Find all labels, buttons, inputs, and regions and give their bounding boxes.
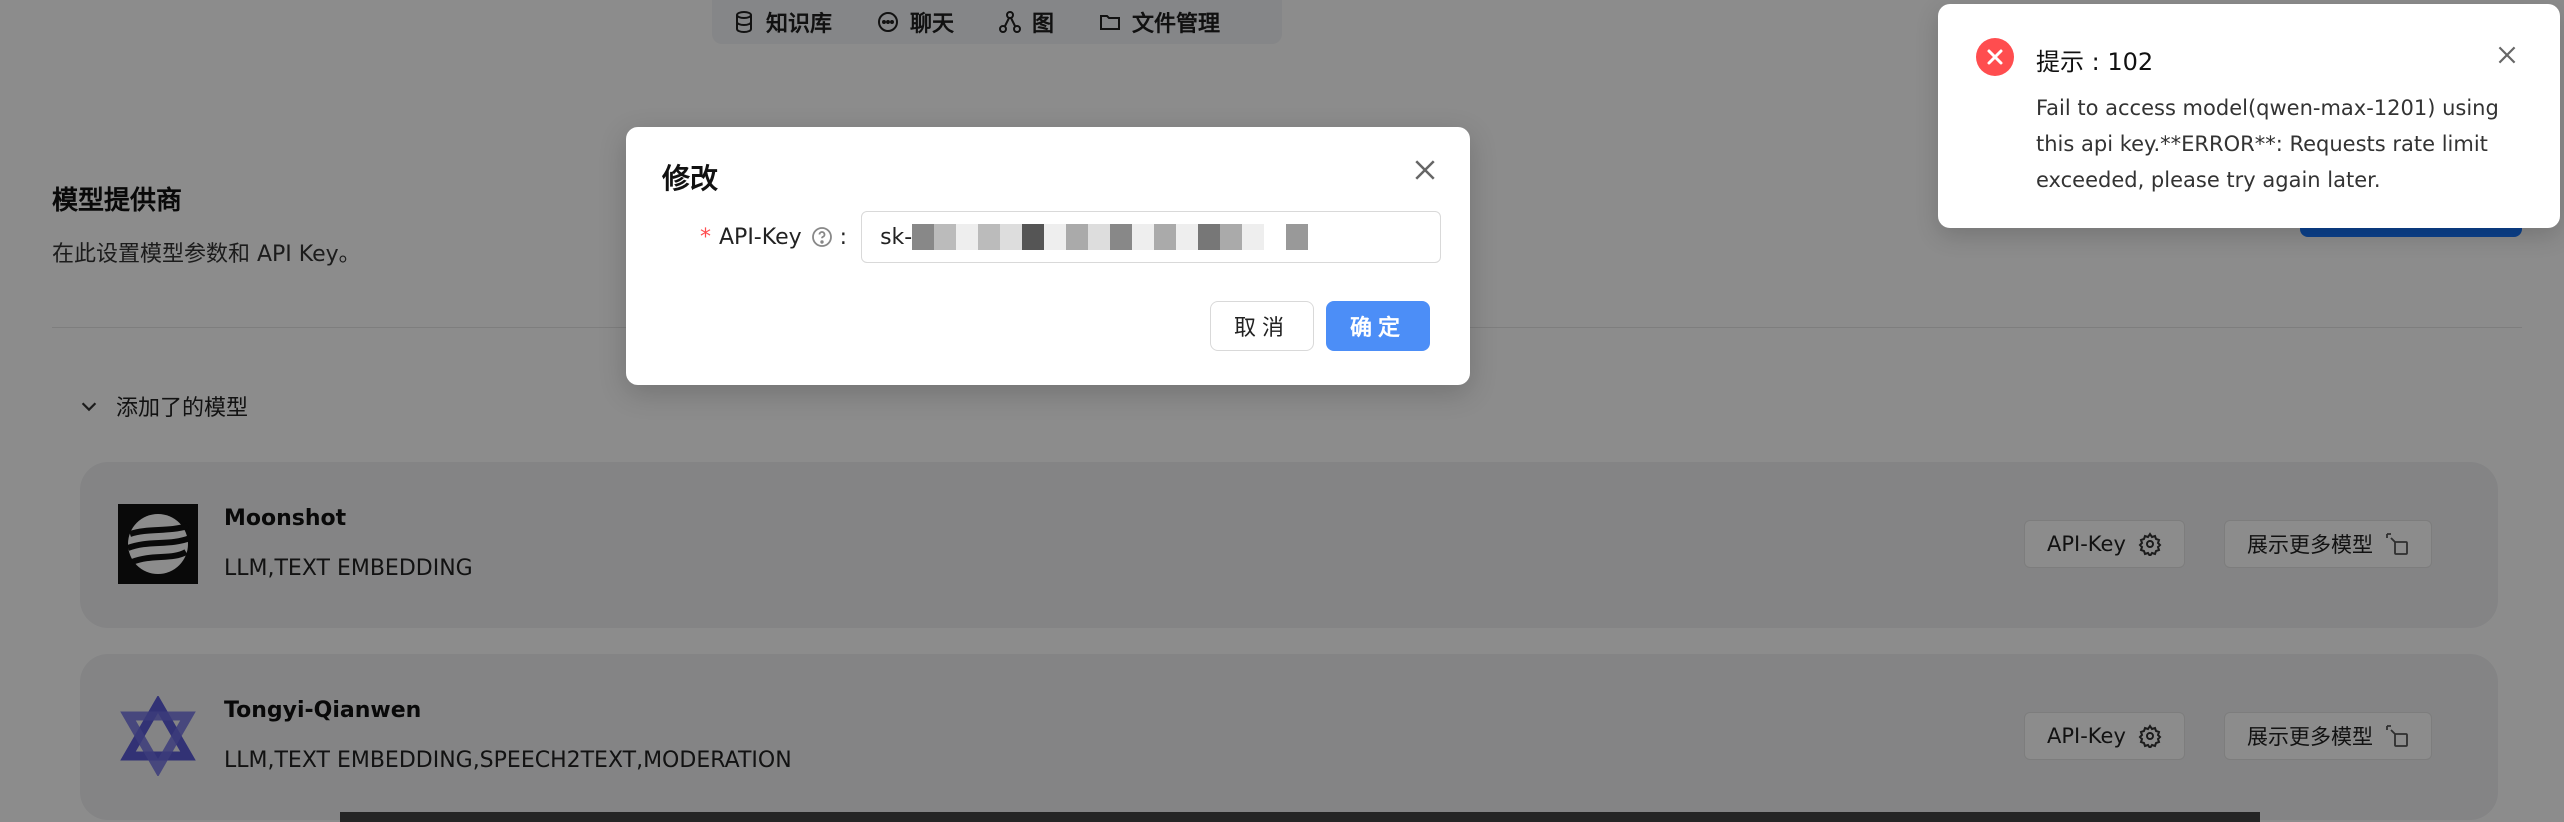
notification-title: 提示 : 102 <box>2036 48 2154 76</box>
api-key-prefix: sk- <box>880 224 913 250</box>
cancel-button[interactable]: 取消 <box>1210 301 1314 351</box>
error-notification: 提示 : 102 Fail to access model(qwen-max-1… <box>1938 4 2560 228</box>
modal-title: 修改 <box>662 162 719 195</box>
modal-close-button[interactable] <box>1410 155 1440 185</box>
notification-message: Fail to access model(qwen-max-1201) usin… <box>2036 96 2499 192</box>
api-key-label: API-Key <box>719 224 802 250</box>
edit-api-key-modal: 修改 * API-Key : sk- 取消 确定 <box>626 127 1470 385</box>
label-colon: : <box>839 224 848 250</box>
api-key-input[interactable]: sk- <box>861 211 1442 263</box>
question-circle-icon[interactable] <box>810 225 834 249</box>
redacted-key <box>912 224 1309 250</box>
close-icon <box>1415 160 1435 180</box>
close-icon <box>2498 46 2516 64</box>
error-circle-icon <box>1976 38 2014 76</box>
api-key-form-row: * API-Key : sk- <box>700 211 1442 263</box>
required-star: * <box>700 224 711 250</box>
confirm-button[interactable]: 确定 <box>1326 301 1430 351</box>
notification-close-button[interactable] <box>2494 42 2520 68</box>
